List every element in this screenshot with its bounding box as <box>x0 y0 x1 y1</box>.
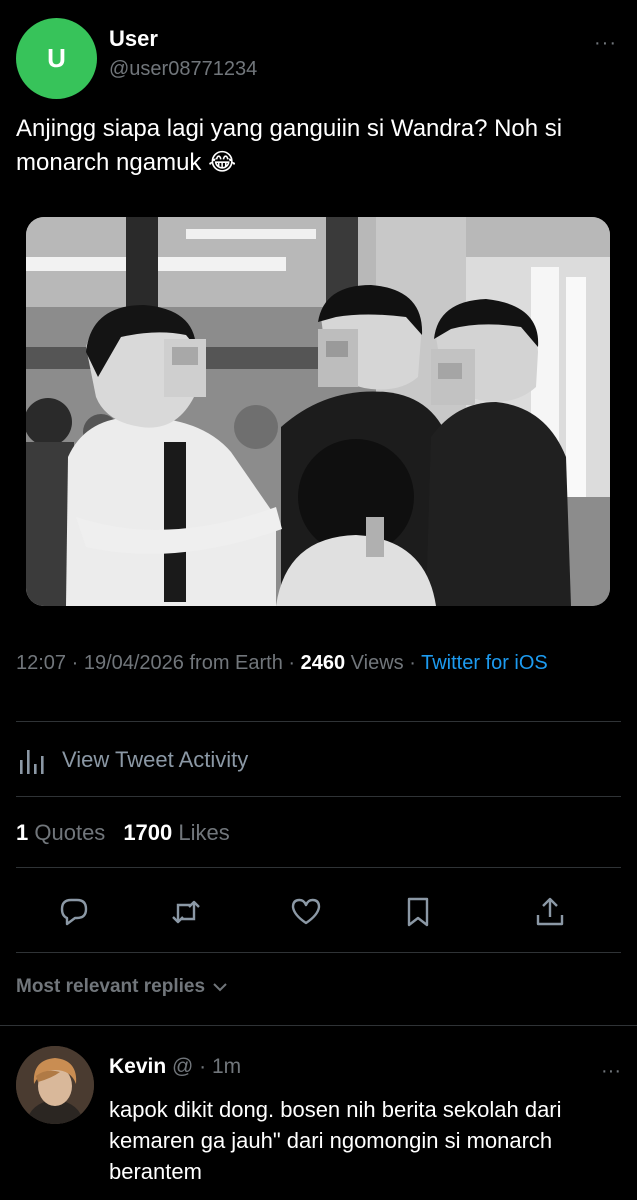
reply-text: kapok dikit dong. bosen nih berita sekol… <box>109 1097 562 1184</box>
views-count: 2460 <box>300 652 346 674</box>
reply-author-name: Kevin <box>109 1055 167 1078</box>
reply-meta: @ · 1m <box>166 1055 242 1078</box>
retweet-icon <box>172 900 200 924</box>
more-options-icon[interactable]: ··· <box>594 32 617 55</box>
like-button[interactable] <box>284 890 328 934</box>
like-icon <box>291 898 321 925</box>
likes-stat[interactable]: 1700 Likes <box>123 820 229 845</box>
photo-illustration <box>26 217 610 606</box>
avatar[interactable]: U <box>16 18 97 99</box>
divider <box>16 867 621 868</box>
tweet-meta: 12:07 · 19/04/2026 from Earth · 2460 Vie… <box>16 650 616 677</box>
tweet-text: Anjingg siapa lagi yang ganguiin si Wand… <box>16 115 563 176</box>
views-label: Views · <box>345 652 422 674</box>
activity-label: View Tweet Activity <box>62 747 249 772</box>
view-tweet-activity[interactable]: View Tweet Activity <box>16 742 248 778</box>
bookmark-button[interactable] <box>396 890 440 934</box>
reply-author[interactable]: Kevin @ · 1m <box>109 1055 241 1079</box>
divider <box>16 721 621 722</box>
divider <box>0 1025 637 1026</box>
divider <box>16 952 621 953</box>
client-link[interactable]: Twitter for iOS <box>421 652 548 674</box>
reply-sort-dropdown[interactable]: Most relevant replies <box>16 976 229 998</box>
tweet-photo[interactable] <box>26 217 610 606</box>
retweet-button[interactable] <box>164 890 208 934</box>
reply-icon <box>60 898 88 926</box>
chevron-down-icon <box>213 983 227 992</box>
action-bar <box>40 890 580 934</box>
bookmark-icon <box>407 897 429 927</box>
tweet-stats: 1 Quotes 1700 Likes <box>16 820 230 846</box>
likes-count: 1700 <box>123 820 173 845</box>
quotes-label: Quotes <box>34 820 106 845</box>
likes-label: Likes <box>178 820 230 845</box>
reply-avatar[interactable] <box>16 1046 94 1124</box>
more-options-icon[interactable]: ··· <box>601 1060 621 1083</box>
user-handle[interactable]: @user08771234 <box>109 58 257 81</box>
quotes-stat[interactable]: 1 Quotes <box>16 820 105 845</box>
quotes-count: 1 <box>16 820 29 845</box>
share-icon <box>536 897 564 926</box>
avatar-photo <box>16 1046 94 1124</box>
reply-sort-label: Most relevant replies <box>16 976 206 997</box>
timestamp[interactable]: 12:07 · 19/04/2026 from Earth · <box>16 652 301 674</box>
display-name[interactable]: User <box>109 26 158 52</box>
share-button[interactable] <box>528 890 572 934</box>
bar-chart-icon <box>20 750 44 774</box>
divider <box>16 796 621 797</box>
tweet-header: U User @user08771234 ··· <box>16 18 621 99</box>
reply-button[interactable] <box>52 890 96 934</box>
